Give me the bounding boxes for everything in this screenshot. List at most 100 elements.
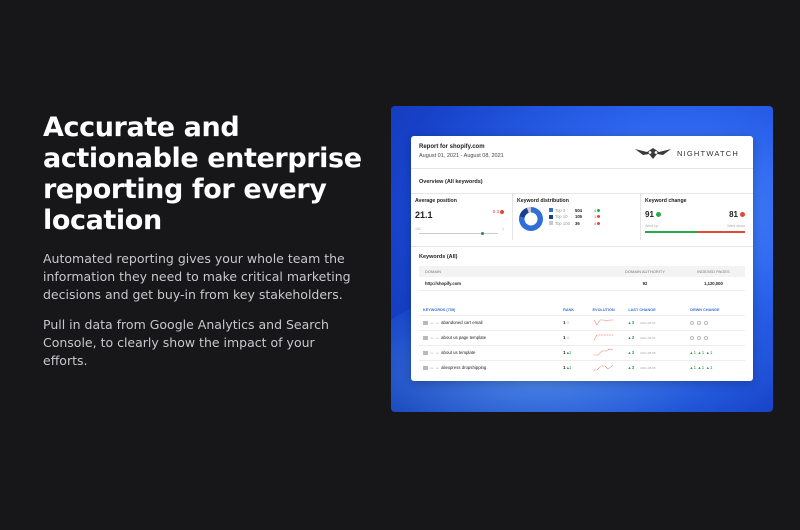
rank-value: 1 bbox=[563, 349, 566, 355]
hero-paragraph-1: Automated reporting gives your whole tea… bbox=[43, 251, 351, 302]
position-scale-bar bbox=[419, 231, 498, 235]
keyword-distribution-label: Keyword distribution bbox=[517, 198, 569, 204]
evolution-header[interactable]: EVOLUTION bbox=[589, 306, 625, 315]
domain-cell[interactable]: http://shopify.com bbox=[419, 277, 609, 291]
went-up-label: Went up bbox=[645, 224, 659, 228]
legend-change-value: 4 bbox=[594, 207, 597, 213]
indexed-header: INDEXED PAGES bbox=[681, 266, 745, 277]
drwn-change-value: 1 bbox=[709, 364, 713, 370]
hero-section: Accurate and actionable enterprise repor… bbox=[43, 112, 363, 370]
table-row[interactable]: us · en abandoned cart email 1 ≡ ▴ 3 2021-08… bbox=[419, 314, 745, 330]
report-card: Report for shopify.com August 01, 2021 -… bbox=[411, 136, 753, 381]
up-arrow-icon bbox=[597, 208, 601, 212]
went-down-value: 81 bbox=[729, 210, 738, 219]
keyword-change-bar bbox=[645, 231, 745, 233]
header-divider bbox=[411, 168, 753, 169]
table-row[interactable]: us · en aliexpress dropshipping 1 ▴1 ▴ 3 202… bbox=[419, 359, 745, 375]
legend-label: Top 100 bbox=[555, 220, 570, 226]
brand-name: NIGHTWATCH bbox=[677, 148, 739, 158]
scale-max: 1 bbox=[502, 227, 504, 231]
drwn-change-value: 1 bbox=[693, 364, 697, 370]
hero-paragraph-2: Pull in data from Google Analytics and S… bbox=[43, 317, 329, 368]
went-up-segment bbox=[645, 231, 698, 233]
drwn-change-cell: ▴ 1 ▴ 1 ▴ 1 bbox=[686, 359, 745, 375]
drwn-change-cell bbox=[686, 329, 745, 345]
rank-change-value: 1 bbox=[568, 349, 572, 355]
legend-swatch bbox=[549, 214, 553, 219]
report-dates: August 01, 2021 - August 08, 2021 bbox=[419, 153, 504, 159]
indexed-cell: 1,120,000 bbox=[681, 277, 745, 291]
table-row[interactable]: us · en about us template 1 ▴1 ▴ 3 2021-08-0… bbox=[419, 344, 745, 360]
keyword-cell[interactable]: us · en about us template bbox=[419, 344, 560, 360]
last-change-date: 2021-08-08 bbox=[640, 350, 656, 355]
flag-icon bbox=[423, 351, 428, 355]
rank-value: 1 bbox=[563, 335, 566, 340]
cards-divider bbox=[411, 246, 753, 247]
drwn-change-header[interactable]: DRWN CHANGE bbox=[686, 306, 745, 315]
drwn-change-value: 1 bbox=[693, 349, 697, 355]
last-change-value: 3 bbox=[631, 319, 635, 325]
last-change: ▴ 3 bbox=[628, 334, 635, 340]
legend-item: Top 100 36 4 bbox=[549, 220, 601, 227]
evolution-cell bbox=[588, 344, 625, 360]
keyword-text: abandoned cart email bbox=[441, 320, 483, 325]
rank-cell: 1 ≡ bbox=[559, 329, 589, 345]
empty-circle-icon bbox=[690, 335, 695, 340]
flag-icon bbox=[423, 366, 428, 370]
legend-change: 1 bbox=[594, 214, 601, 220]
rank-value: 1 bbox=[563, 320, 566, 325]
owl-icon bbox=[635, 148, 671, 159]
average-position-card: Average position 21.1 0.3 101 1 bbox=[411, 194, 513, 240]
keyword-meta: us · en bbox=[430, 321, 440, 325]
drwn-change: ▴ 1 ▴ 1 ▴ 1 bbox=[690, 364, 713, 370]
keyword-cell[interactable]: us · en about us page template bbox=[419, 329, 560, 345]
keyword-text: about us page template bbox=[441, 335, 487, 340]
keyword-text: aliexpress dropshipping bbox=[441, 365, 487, 371]
evolution-cell bbox=[588, 359, 625, 375]
distribution-legend: Top 3 504 4 Top 10 105 1 Top 100 36 4 bbox=[549, 207, 601, 227]
drwn-change-cell: ▴ 1 ▴ 1 ▴ 1 bbox=[686, 344, 745, 360]
average-position-change-value: 0.3 bbox=[492, 209, 499, 214]
rank-cell: 1 ▴1 bbox=[559, 344, 589, 360]
last-change: ▴ 3 bbox=[628, 349, 635, 355]
keyword-cell[interactable]: us · en abandoned cart email bbox=[419, 314, 560, 330]
up-arrow-icon bbox=[655, 212, 661, 217]
drwn-change-value: 1 bbox=[701, 364, 705, 370]
went-up-count: 91 bbox=[645, 210, 661, 219]
last-change-header[interactable]: LAST CHANGE bbox=[624, 306, 686, 315]
legend-label: Top 3 bbox=[555, 207, 566, 213]
last-change-value: 3 bbox=[631, 334, 635, 340]
last-change-value: 3 bbox=[631, 364, 635, 370]
rank-header[interactable]: RANK bbox=[559, 306, 588, 315]
drwn-change-cell bbox=[686, 314, 745, 330]
down-arrow-icon bbox=[597, 221, 601, 225]
down-arrow-icon bbox=[740, 212, 745, 217]
donut-chart bbox=[518, 207, 543, 231]
authority-cell: 92 bbox=[608, 277, 682, 291]
evolution-cell bbox=[588, 329, 625, 345]
table-row[interactable]: us · en about us page template 1 ≡ ▴ 3 2021-… bbox=[419, 329, 745, 345]
legend-value: 36 bbox=[575, 220, 580, 226]
keyword-text: about us template bbox=[441, 350, 476, 355]
scale-min: 101 bbox=[415, 227, 421, 231]
flag-icon bbox=[423, 321, 428, 325]
rank-cell: 1 ▴1 bbox=[559, 359, 589, 375]
evolution-sparkline bbox=[593, 334, 613, 340]
average-position-change: 0.3 bbox=[493, 209, 504, 214]
authority-header: DOMAIN AUTHORITY bbox=[608, 266, 682, 277]
keywords-heading: Keywords (All) bbox=[419, 254, 458, 260]
drwn-change-value: 1 bbox=[709, 349, 713, 355]
last-change: ▴ 3 bbox=[628, 319, 635, 325]
last-change-date: 2021-08-03 bbox=[640, 335, 656, 340]
keywords-header[interactable]: KEYWORDS (755) bbox=[419, 306, 559, 315]
down-arrow-icon bbox=[500, 209, 504, 214]
last-change-date: 2021-08-08 bbox=[640, 365, 656, 370]
empty-circle-icon bbox=[690, 320, 695, 325]
no-change-icon: ≡ bbox=[566, 335, 570, 340]
legend-change-value: 1 bbox=[594, 214, 597, 220]
flag-icon bbox=[423, 336, 428, 340]
last-change-value: 3 bbox=[631, 349, 635, 355]
keyword-cell[interactable]: us · en aliexpress dropshipping bbox=[419, 359, 560, 375]
last-change-date: 2021-08-03 bbox=[640, 320, 656, 325]
evolution-sparkline bbox=[593, 364, 613, 371]
